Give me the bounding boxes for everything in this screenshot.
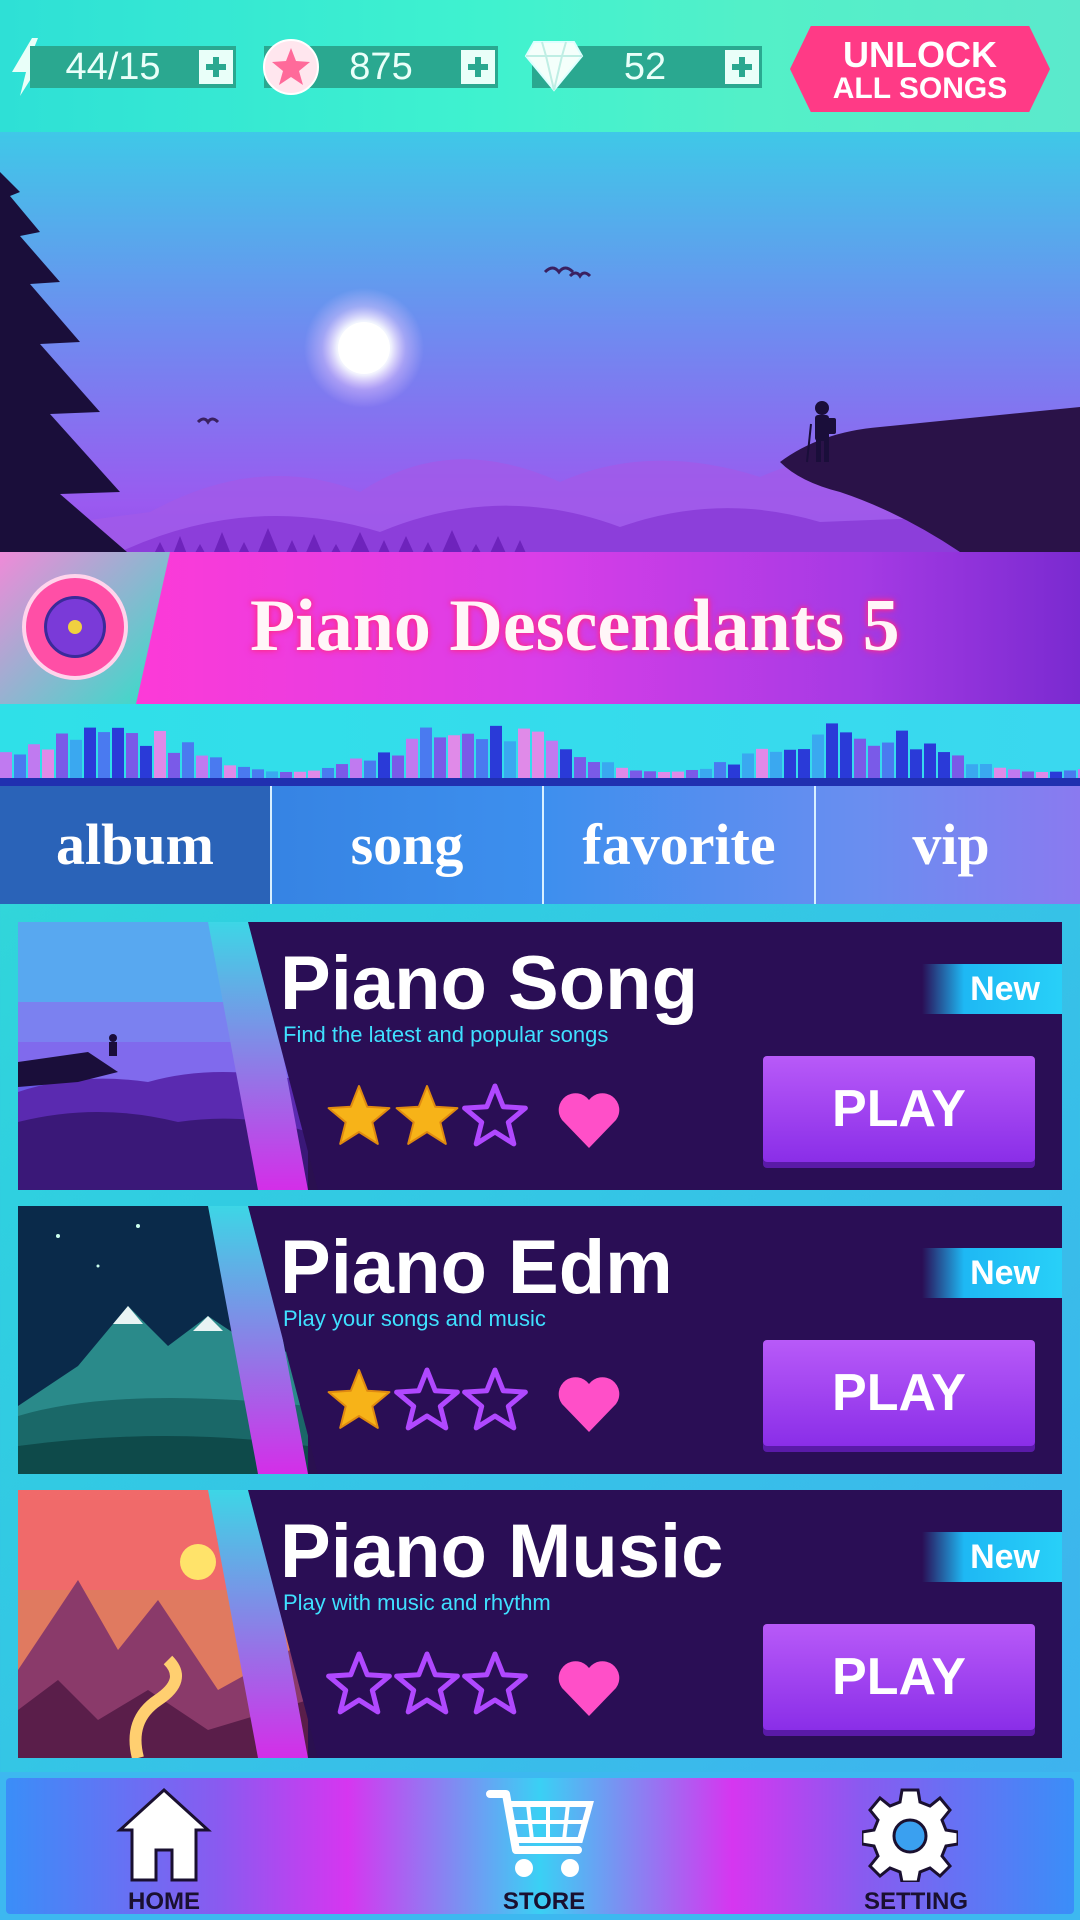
- nav-store-button[interactable]: STORE: [434, 1772, 654, 1920]
- bottom-navigation: HOME STORE SETTING: [0, 1772, 1080, 1920]
- unlock-label-line1: UNLOCK: [843, 34, 997, 75]
- equalizer-bar: [896, 730, 908, 786]
- star-empty-icon: [394, 1651, 460, 1715]
- tab-vip[interactable]: vip: [816, 786, 1080, 904]
- heart-icon[interactable]: [556, 1658, 622, 1718]
- diamond-icon: [524, 41, 584, 92]
- tab-favorite[interactable]: favorite: [544, 786, 814, 904]
- star-empty-icon: [462, 1651, 528, 1715]
- gem-value: 52: [623, 46, 667, 88]
- card-title: Piano Song: [280, 941, 698, 1026]
- equalizer-bar: [826, 723, 838, 786]
- star-empty-icon: [394, 1367, 460, 1431]
- nav-home-label: HOME: [128, 1888, 200, 1915]
- equalizer-baseline: [0, 778, 1080, 786]
- equalizer-bar: [518, 728, 530, 786]
- nav-home-button[interactable]: HOME: [54, 1772, 274, 1920]
- album-card[interactable]: Piano Edm Play your songs and music New …: [18, 1206, 1062, 1474]
- star-rating: [326, 1651, 528, 1715]
- card-description: Play your songs and music: [283, 1306, 546, 1331]
- star-empty-icon: [326, 1651, 392, 1715]
- card-description: Find the latest and popular songs: [283, 1022, 609, 1047]
- nav-setting-button[interactable]: SETTING: [806, 1772, 1026, 1920]
- star-empty-icon: [462, 1367, 528, 1431]
- star-value: 875: [349, 46, 413, 88]
- equalizer-bars: [0, 723, 1080, 786]
- nav-setting-label: SETTING: [863, 1888, 968, 1915]
- star-filled-icon: [327, 1085, 391, 1145]
- star-empty-icon: [462, 1083, 528, 1147]
- equalizer-bar: [532, 731, 544, 786]
- card-description: Play with music and rhythm: [283, 1590, 551, 1615]
- tab-song[interactable]: song: [272, 786, 542, 904]
- album-card[interactable]: Piano Song Find the latest and popular s…: [18, 922, 1062, 1190]
- add-stars-button[interactable]: [459, 48, 497, 86]
- cart-icon: [486, 1790, 594, 1877]
- equalizer-bar: [840, 732, 852, 786]
- nav-store-label: STORE: [502, 1888, 586, 1915]
- equalizer-bar: [420, 727, 432, 786]
- new-badge: New: [922, 1248, 1062, 1298]
- energy-value: 44/15: [65, 46, 161, 88]
- star-coin-icon: [263, 39, 319, 95]
- album-title: Piano Descendants 5: [250, 585, 900, 667]
- play-button[interactable]: PLAY: [763, 1056, 1035, 1162]
- equalizer-bar: [490, 725, 502, 786]
- card-title: Piano Edm: [280, 1225, 673, 1310]
- equalizer-decoration: [0, 704, 1080, 786]
- equalizer-bar: [154, 730, 166, 786]
- card-title: Piano Music: [280, 1509, 724, 1594]
- tab-album[interactable]: album: [0, 786, 270, 904]
- category-tabs: album song favorite vip: [0, 786, 1080, 904]
- play-button[interactable]: PLAY: [763, 1624, 1035, 1730]
- equalizer-bar: [112, 727, 124, 786]
- album-title-banner: Piano Descendants 5: [0, 552, 1080, 704]
- home-icon: [116, 1787, 212, 1882]
- heart-icon[interactable]: [556, 1090, 622, 1150]
- star-rating: [327, 1367, 528, 1431]
- equalizer-bar: [84, 727, 96, 786]
- gear-icon: [862, 1788, 958, 1882]
- star-rating: [327, 1083, 528, 1147]
- vinyl-disc-icon: [22, 574, 128, 680]
- energy-counter: 44/15: [30, 46, 236, 88]
- heart-icon[interactable]: [556, 1374, 622, 1434]
- star-filled-icon: [395, 1085, 459, 1145]
- play-button[interactable]: PLAY: [763, 1340, 1035, 1446]
- unlock-all-songs-button[interactable]: UNLOCK ALL SONGS: [790, 26, 1050, 112]
- new-badge: New: [922, 1532, 1062, 1582]
- album-card[interactable]: Piano Music Play with music and rhythm N…: [18, 1490, 1062, 1758]
- star-filled-icon: [327, 1369, 391, 1429]
- add-energy-button[interactable]: [197, 48, 235, 86]
- top-bar: 44/15 875 52 UNLOCK ALL SONGS: [0, 0, 1080, 132]
- equalizer-bar: [98, 732, 110, 786]
- new-badge: New: [922, 964, 1062, 1014]
- unlock-label-line2: ALL SONGS: [832, 72, 1008, 105]
- add-gems-button[interactable]: [723, 48, 761, 86]
